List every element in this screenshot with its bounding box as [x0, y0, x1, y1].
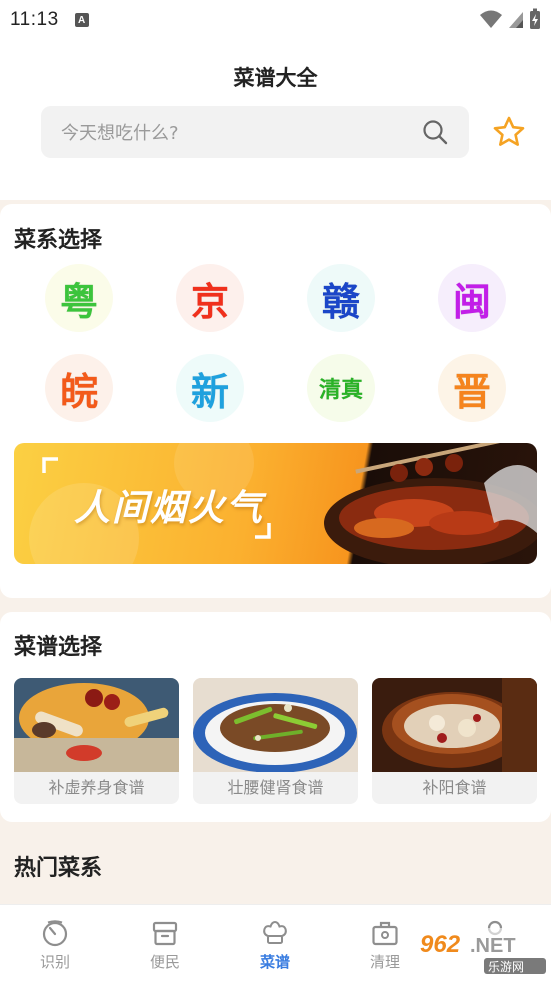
cuisine-item[interactable]: 赣	[307, 264, 375, 332]
chef-hat-icon	[263, 920, 287, 944]
wifi-icon	[480, 10, 502, 28]
search-input[interactable]: 今天想吃什么?	[41, 106, 469, 158]
cuisine-item[interactable]: 闽	[438, 264, 506, 332]
tab-label: 便民	[149, 953, 180, 971]
tab-label: 清理	[369, 953, 400, 971]
cuisine-section-title: 菜系选择	[14, 228, 103, 253]
recipe-card-buyang[interactable]: 补阳食谱	[372, 678, 537, 804]
status-bar: 11:13 A	[0, 0, 551, 40]
recipe-label: 补阳食谱	[422, 778, 487, 797]
page-title: 菜谱大全	[233, 66, 318, 90]
tab-label: 识别	[39, 953, 70, 971]
battery-icon	[530, 8, 540, 29]
tab-bianmin[interactable]: 便民	[110, 905, 220, 981]
cuisine-item[interactable]: 京	[176, 264, 244, 332]
recipe-card-zhuangyao-jianshen[interactable]: 壮腰健肾食谱	[193, 678, 358, 804]
recipe-image-stirfry	[193, 678, 358, 772]
watermark-logo: 962 .NET 乐游网	[416, 928, 546, 974]
recipe-label: 补虚养身食谱	[48, 778, 145, 797]
svg-text:962: 962	[420, 931, 461, 958]
briefcase-icon	[372, 921, 398, 946]
status-indicators	[479, 8, 541, 30]
tab-label: 菜谱	[259, 953, 290, 971]
cuisine-item[interactable]: 清真	[307, 354, 375, 422]
cuisine-item[interactable]: 晋	[438, 354, 506, 422]
search-placeholder: 今天想吃什么?	[61, 123, 179, 144]
tab-caipu[interactable]: 菜谱	[220, 905, 330, 981]
cuisine-item[interactable]: 新	[176, 354, 244, 422]
banner-text: 人间烟火气	[74, 488, 265, 529]
search-icon[interactable]	[421, 118, 449, 146]
recipe-card-buxu-yangshen[interactable]: 补虚养身食谱	[14, 678, 179, 804]
cuisine-item[interactable]: 皖	[45, 354, 113, 422]
notification-app-icon: A	[74, 13, 89, 27]
cuisine-item[interactable]: 粤	[45, 264, 113, 332]
recipe-section-title: 菜谱选择	[14, 635, 103, 660]
recipe-image-herbs	[14, 678, 179, 772]
svg-text:.NET: .NET	[470, 935, 516, 957]
status-time: 11:13	[10, 9, 59, 30]
hot-section-title: 热门菜系	[14, 856, 103, 881]
svg-text:乐游网: 乐游网	[488, 960, 524, 974]
recipe-label: 壮腰健肾食谱	[227, 778, 324, 797]
banner-renjian-yanhuoqi[interactable]: 人间烟火气	[14, 443, 537, 564]
timer-icon	[42, 920, 68, 947]
favorite-star-icon[interactable]	[492, 115, 526, 149]
tab-shibie[interactable]: 识别	[0, 905, 110, 981]
box-icon	[152, 921, 178, 946]
recipe-image-soup	[372, 678, 537, 772]
signal-icon	[509, 12, 523, 28]
